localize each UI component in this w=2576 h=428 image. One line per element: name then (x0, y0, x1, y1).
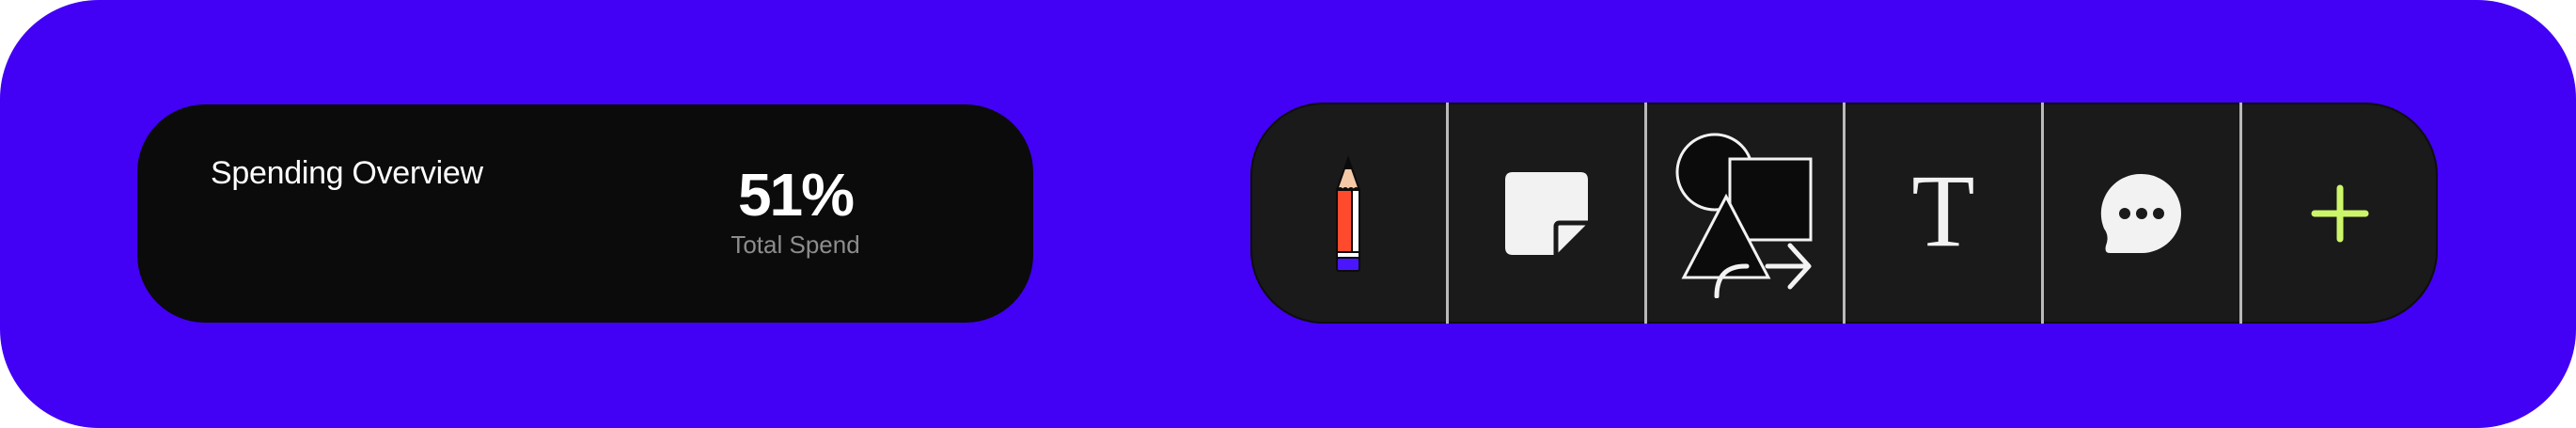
tool-text-button[interactable]: T (1843, 103, 2041, 324)
spend-percentage: 51% (737, 161, 855, 229)
canvas-background: Spending Overview 51% Total Spend T (0, 0, 2576, 428)
sticky-note-icon (1501, 168, 1592, 259)
plus-icon (2311, 184, 2369, 243)
shapes-icon (1670, 129, 1820, 298)
tool-add-button[interactable] (2239, 103, 2438, 324)
comment-icon (2098, 170, 2185, 257)
tool-comment-button[interactable] (2041, 103, 2239, 324)
spend-caption: Total Spend (730, 230, 860, 259)
tool-pencil-button[interactable] (1250, 103, 1446, 324)
tool-shapes-button[interactable] (1644, 103, 1843, 324)
tool-sticky-note-button[interactable] (1446, 103, 1644, 324)
card-title: Spending Overview (211, 155, 483, 191)
creation-toolbar: T (1250, 103, 2438, 324)
pencil-icon (1320, 152, 1376, 275)
spending-overview-card: Spending Overview 51% Total Spend (137, 104, 1033, 323)
text-icon: T (1911, 152, 1975, 268)
